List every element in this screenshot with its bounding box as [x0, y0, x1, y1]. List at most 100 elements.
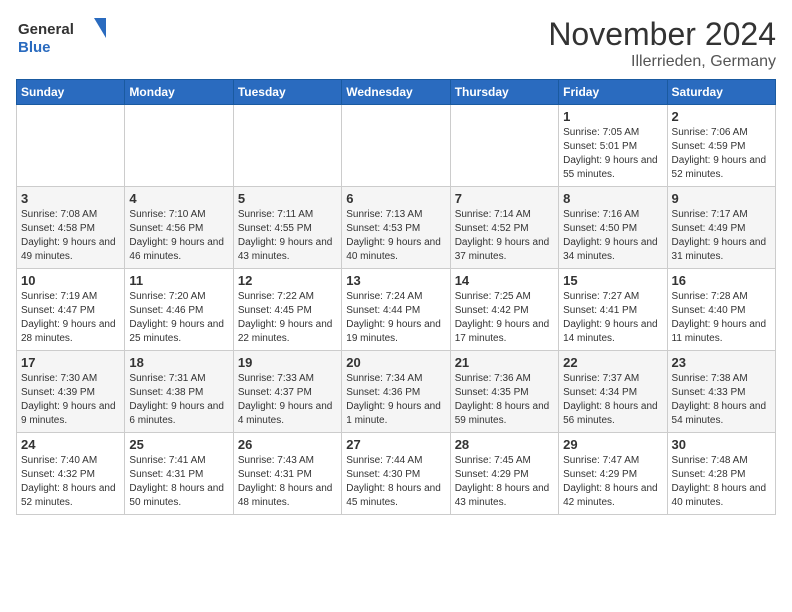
day-info: Sunrise: 7:38 AM Sunset: 4:33 PM Dayligh… — [672, 372, 771, 428]
logo: General Blue — [16, 16, 106, 58]
week-row-4: 17 Sunrise: 7:30 AM Sunset: 4:39 PM Dayli… — [17, 351, 776, 433]
day-number: 27 — [346, 437, 445, 452]
day-number: 28 — [455, 437, 554, 452]
calendar-cell: 23 Sunrise: 7:38 AM Sunset: 4:33 PM Dayli… — [667, 351, 775, 433]
day-info: Sunrise: 7:08 AM Sunset: 4:58 PM Dayligh… — [21, 208, 120, 264]
svg-text:Blue: Blue — [18, 39, 51, 56]
day-number: 19 — [238, 355, 337, 370]
day-info: Sunrise: 7:41 AM Sunset: 4:31 PM Dayligh… — [129, 454, 228, 510]
day-info: Sunrise: 7:14 AM Sunset: 4:52 PM Dayligh… — [455, 208, 554, 264]
day-number: 11 — [129, 273, 228, 288]
day-info: Sunrise: 7:48 AM Sunset: 4:28 PM Dayligh… — [672, 454, 771, 510]
calendar-cell: 10 Sunrise: 7:19 AM Sunset: 4:47 PM Dayli… — [17, 269, 125, 351]
weekday-header-tuesday: Tuesday — [233, 80, 341, 105]
day-number: 15 — [563, 273, 662, 288]
day-number: 8 — [563, 191, 662, 206]
svg-text:General: General — [18, 21, 74, 38]
day-number: 2 — [672, 109, 771, 124]
day-info: Sunrise: 7:45 AM Sunset: 4:29 PM Dayligh… — [455, 454, 554, 510]
day-info: Sunrise: 7:24 AM Sunset: 4:44 PM Dayligh… — [346, 290, 445, 346]
calendar-cell: 18Sunrise: 7:31 AM Sunset: 4:38 PM Dayli… — [125, 351, 233, 433]
day-info: Sunrise: 7:28 AM Sunset: 4:40 PM Dayligh… — [672, 290, 771, 346]
day-info: Sunrise: 7:25 AM Sunset: 4:42 PM Dayligh… — [455, 290, 554, 346]
day-number: 20 — [346, 355, 445, 370]
day-info: Sunrise: 7:16 AM Sunset: 4:50 PM Dayligh… — [563, 208, 662, 264]
day-info: Sunrise: 7:13 AM Sunset: 4:53 PM Dayligh… — [346, 208, 445, 264]
day-info: Sunrise: 7:05 AM Sunset: 5:01 PM Dayligh… — [563, 126, 662, 182]
calendar-cell: 5 Sunrise: 7:11 AM Sunset: 4:55 PM Daylig… — [233, 187, 341, 269]
calendar-cell: 13 Sunrise: 7:24 AM Sunset: 4:44 PM Dayli… — [342, 269, 450, 351]
day-info: Sunrise: 7:37 AM Sunset: 4:34 PM Dayligh… — [563, 372, 662, 428]
day-info: Sunrise: 7:30 AM Sunset: 4:39 PM Dayligh… — [21, 372, 120, 428]
title-area: November 2024 Illerrieden, Germany — [548, 16, 776, 71]
calendar-cell: 14 Sunrise: 7:25 AM Sunset: 4:42 PM Dayli… — [450, 269, 558, 351]
calendar-cell: 24Sunrise: 7:40 AM Sunset: 4:32 PM Dayli… — [17, 433, 125, 515]
calendar-cell: 22 Sunrise: 7:37 AM Sunset: 4:34 PM Dayli… — [559, 351, 667, 433]
day-info: Sunrise: 7:36 AM Sunset: 4:35 PM Dayligh… — [455, 372, 554, 428]
day-number: 7 — [455, 191, 554, 206]
weekday-header-wednesday: Wednesday — [342, 80, 450, 105]
day-number: 10 — [21, 273, 120, 288]
calendar-cell: 30 Sunrise: 7:48 AM Sunset: 4:28 PM Dayli… — [667, 433, 775, 515]
day-info: Sunrise: 7:47 AM Sunset: 4:29 PM Dayligh… — [563, 454, 662, 510]
day-number: 9 — [672, 191, 771, 206]
day-info: Sunrise: 7:11 AM Sunset: 4:55 PM Dayligh… — [238, 208, 337, 264]
calendar-cell: 9 Sunrise: 7:17 AM Sunset: 4:49 PM Daylig… — [667, 187, 775, 269]
day-number: 23 — [672, 355, 771, 370]
day-number: 16 — [672, 273, 771, 288]
day-info: Sunrise: 7:10 AM Sunset: 4:56 PM Dayligh… — [129, 208, 228, 264]
calendar-cell: 8 Sunrise: 7:16 AM Sunset: 4:50 PM Daylig… — [559, 187, 667, 269]
day-number: 17 — [21, 355, 120, 370]
day-number: 22 — [563, 355, 662, 370]
calendar-cell: 26 Sunrise: 7:43 AM Sunset: 4:31 PM Dayli… — [233, 433, 341, 515]
week-row-5: 24Sunrise: 7:40 AM Sunset: 4:32 PM Dayli… — [17, 433, 776, 515]
calendar-cell — [342, 105, 450, 187]
day-number: 26 — [238, 437, 337, 452]
calendar-cell: 21 Sunrise: 7:36 AM Sunset: 4:35 PM Dayli… — [450, 351, 558, 433]
week-row-3: 10 Sunrise: 7:19 AM Sunset: 4:47 PM Dayli… — [17, 269, 776, 351]
day-number: 1 — [563, 109, 662, 124]
location-title: Illerrieden, Germany — [548, 53, 776, 71]
calendar-cell: 6Sunrise: 7:13 AM Sunset: 4:53 PM Daylig… — [342, 187, 450, 269]
day-number: 14 — [455, 273, 554, 288]
day-info: Sunrise: 7:33 AM Sunset: 4:37 PM Dayligh… — [238, 372, 337, 428]
day-info: Sunrise: 7:17 AM Sunset: 4:49 PM Dayligh… — [672, 208, 771, 264]
weekday-header-friday: Friday — [559, 80, 667, 105]
weekday-header-monday: Monday — [125, 80, 233, 105]
calendar-cell: 4 Sunrise: 7:10 AM Sunset: 4:56 PM Daylig… — [125, 187, 233, 269]
calendar-cell: 15 Sunrise: 7:27 AM Sunset: 4:41 PM Dayli… — [559, 269, 667, 351]
day-info: Sunrise: 7:27 AM Sunset: 4:41 PM Dayligh… — [563, 290, 662, 346]
calendar-cell: 28 Sunrise: 7:45 AM Sunset: 4:29 PM Dayli… — [450, 433, 558, 515]
calendar-cell: 25 Sunrise: 7:41 AM Sunset: 4:31 PM Dayli… — [125, 433, 233, 515]
calendar-cell: 3Sunrise: 7:08 AM Sunset: 4:58 PM Daylig… — [17, 187, 125, 269]
day-number: 25 — [129, 437, 228, 452]
calendar-cell: 1 Sunrise: 7:05 AM Sunset: 5:01 PM Daylig… — [559, 105, 667, 187]
day-info: Sunrise: 7:22 AM Sunset: 4:45 PM Dayligh… — [238, 290, 337, 346]
day-number: 29 — [563, 437, 662, 452]
calendar-cell — [233, 105, 341, 187]
calendar-cell: 12Sunrise: 7:22 AM Sunset: 4:45 PM Dayli… — [233, 269, 341, 351]
weekday-header-row: SundayMondayTuesdayWednesdayThursdayFrid… — [17, 80, 776, 105]
day-info: Sunrise: 7:43 AM Sunset: 4:31 PM Dayligh… — [238, 454, 337, 510]
day-number: 4 — [129, 191, 228, 206]
calendar-cell: 16 Sunrise: 7:28 AM Sunset: 4:40 PM Dayli… — [667, 269, 775, 351]
day-info: Sunrise: 7:44 AM Sunset: 4:30 PM Dayligh… — [346, 454, 445, 510]
month-title: November 2024 — [548, 16, 776, 53]
calendar-table: SundayMondayTuesdayWednesdayThursdayFrid… — [16, 79, 776, 515]
day-info: Sunrise: 7:34 AM Sunset: 4:36 PM Dayligh… — [346, 372, 445, 428]
day-info: Sunrise: 7:20 AM Sunset: 4:46 PM Dayligh… — [129, 290, 228, 346]
day-number: 30 — [672, 437, 771, 452]
weekday-header-saturday: Saturday — [667, 80, 775, 105]
day-number: 13 — [346, 273, 445, 288]
day-number: 18 — [129, 355, 228, 370]
calendar-cell — [125, 105, 233, 187]
calendar-cell: 7 Sunrise: 7:14 AM Sunset: 4:52 PM Daylig… — [450, 187, 558, 269]
logo-svg: General Blue — [16, 16, 106, 58]
day-number: 5 — [238, 191, 337, 206]
day-info: Sunrise: 7:19 AM Sunset: 4:47 PM Dayligh… — [21, 290, 120, 346]
day-number: 21 — [455, 355, 554, 370]
calendar-cell: 2Sunrise: 7:06 AM Sunset: 4:59 PM Daylig… — [667, 105, 775, 187]
week-row-1: 1 Sunrise: 7:05 AM Sunset: 5:01 PM Daylig… — [17, 105, 776, 187]
weekday-header-thursday: Thursday — [450, 80, 558, 105]
calendar-cell: 11 Sunrise: 7:20 AM Sunset: 4:46 PM Dayli… — [125, 269, 233, 351]
